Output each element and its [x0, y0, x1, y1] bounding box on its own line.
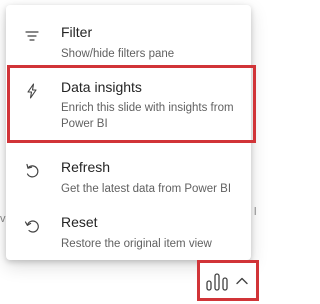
- refresh-arrow-icon: [23, 162, 41, 180]
- filter-lines-icon: [23, 27, 41, 45]
- chevron-up-icon: [235, 274, 249, 293]
- menu-item-description: Show/hide filters pane: [61, 48, 175, 60]
- options-menu: Filter Show/hide filters pane Data insig…: [6, 5, 256, 260]
- menu-item-title: Refresh: [61, 159, 111, 175]
- menu-item-data-insights[interactable]: Data insights Enrich this slide with ins…: [7, 65, 256, 143]
- menu-item-title: Reset: [61, 214, 98, 230]
- menu-item-title: Filter: [61, 24, 93, 40]
- menu-item-title: Data insights: [61, 79, 142, 95]
- visual-options-button[interactable]: [197, 260, 259, 301]
- lightning-bolt-icon: [23, 82, 41, 100]
- menu-item-description: Get the latest data from Power BI: [61, 183, 232, 195]
- reset-arrow-icon: [23, 217, 41, 235]
- menu-item-filter[interactable]: Filter Show/hide filters pane: [6, 13, 251, 63]
- background-text-fragment: l: [254, 206, 257, 218]
- menu-item-description: Enrich this slide with insights from Pow…: [61, 102, 234, 130]
- bar-chart-icon: [206, 273, 228, 296]
- menu-item-description: Restore the original item view: [61, 238, 212, 250]
- menu-item-reset[interactable]: Reset Restore the original item view: [6, 203, 251, 253]
- menu-item-refresh[interactable]: Refresh Get the latest data from Power B…: [6, 148, 251, 198]
